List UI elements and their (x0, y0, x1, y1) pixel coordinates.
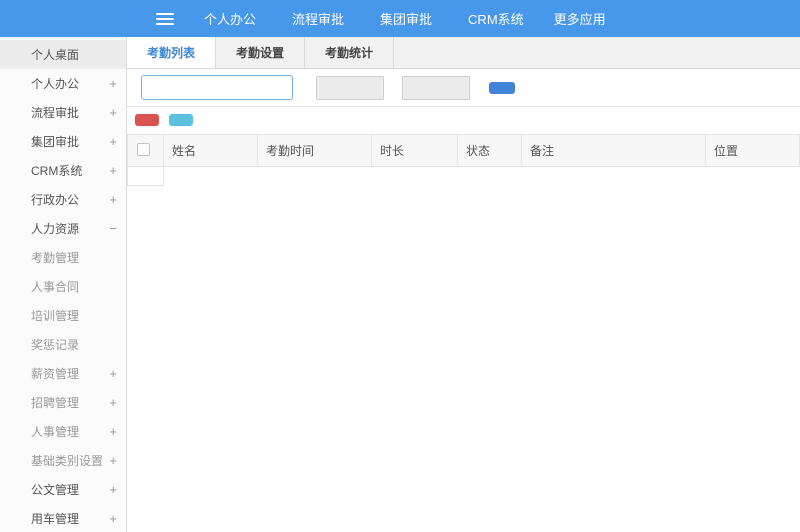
nav-item-group-approval[interactable]: 集团审批 (374, 9, 432, 28)
sidebar-item-reward-punishment-records[interactable]: 奖惩记录 (0, 330, 126, 359)
query-button[interactable] (489, 81, 515, 94)
top-navigation: 个人办公 流程审批 集团审批 CRM系统 更多应用 (198, 9, 612, 28)
nav-item-personal-office[interactable]: 个人办公 (198, 9, 256, 28)
sidebar-item-basic-category-settings[interactable]: 基础类别设置 + (0, 446, 126, 475)
export-list-button[interactable] (169, 114, 193, 126)
sidebar-item-label: 培训管理 (31, 309, 80, 323)
date-to-input[interactable] (402, 75, 470, 100)
expand-plus-icon: + (109, 453, 117, 468)
row-select-cell (127, 166, 164, 186)
tab-bar: 考勤列表 考勤设置 考勤统计 (127, 37, 800, 69)
nav-item-more-apps[interactable]: 更多应用 (554, 9, 612, 28)
column-header: 时长 (371, 134, 458, 167)
expand-plus-icon: + (109, 395, 117, 410)
sidebar-item-hr-contract[interactable]: 人事合同 (0, 272, 126, 301)
sidebar-item-label: 个人办公 (31, 77, 80, 91)
column-header: 状态 (457, 134, 522, 167)
sidebar-item-label: 奖惩记录 (31, 338, 80, 352)
action-bar (127, 107, 800, 134)
table-body (127, 166, 800, 186)
top-header-bar: 个人办公 流程审批 集团审批 CRM系统 更多应用 (0, 0, 800, 37)
sidebar-item-salary-management[interactable]: 薪资管理 + (0, 359, 126, 388)
sidebar-item-personnel-management[interactable]: 人事管理 + (0, 417, 126, 446)
body-row: 个人桌面 个人办公 + 流程审批 + 集团审批 + CRM系统 + 行政办公 + 人力资源 − 考勤管理人… (0, 37, 800, 532)
table-row (127, 166, 800, 186)
sidebar-item-label: 基础类别设置 (31, 454, 104, 468)
sidebar-item-label: 公文管理 (31, 483, 80, 497)
column-header: 备注 (521, 134, 706, 167)
sidebar-item-label: 流程审批 (31, 106, 80, 120)
expand-plus-icon: + (109, 76, 117, 91)
sidebar-item-label: CRM系统 (31, 164, 83, 178)
sidebar-item-label: 人力资源 (31, 222, 80, 236)
sidebar-item-recruitment-management[interactable]: 招聘管理 + (0, 388, 126, 417)
expand-plus-icon: + (109, 134, 117, 149)
sidebar-menu: 个人桌面 个人办公 + 流程审批 + 集团审批 + CRM系统 + 行政办公 + 人力资源 − 考勤管理人… (0, 37, 127, 532)
attendance-table-wrap: 姓名 考勤时间 时长 状态 备注 位置 (127, 134, 800, 532)
tab-attendance-list[interactable]: 考勤列表 (127, 37, 217, 68)
attendance-table: 姓名 考勤时间 时长 状态 备注 位置 (127, 134, 800, 186)
select-all-checkbox[interactable] (137, 142, 150, 156)
tab-attendance-statistics[interactable]: 考勤统计 (305, 37, 395, 68)
nav-item-crm-system[interactable]: CRM系统 (462, 9, 524, 28)
sidebar-item-vehicle-management[interactable]: 用车管理 + (0, 504, 126, 532)
sidebar-submenu-human-resources: 考勤管理人事合同培训管理奖惩记录薪资管理 + 招聘管理 + 人事管理 + 基础类别设置 + (0, 243, 126, 475)
expand-plus-icon: + (109, 366, 117, 381)
sidebar-item-label: 招聘管理 (31, 396, 80, 410)
sidebar-item-document-management[interactable]: 公文管理 + (0, 475, 126, 504)
sidebar-item-process-approval[interactable]: 流程审批 + (0, 98, 126, 127)
tab-attendance-settings[interactable]: 考勤设置 (216, 37, 306, 68)
table-header-row: 姓名 考勤时间 时长 状态 备注 位置 (127, 134, 800, 167)
nav-item-label: 流程审批 (292, 12, 345, 27)
column-header: 姓名 (163, 134, 258, 167)
expand-plus-icon: + (109, 482, 117, 497)
expand-plus-icon: + (109, 163, 117, 178)
sidebar-item-personal-desktop[interactable]: 个人桌面 (0, 40, 126, 69)
expand-plus-icon: + (109, 105, 117, 120)
sidebar-item-training-management[interactable]: 培训管理 (0, 301, 126, 330)
sidebar-item-attendance-management[interactable]: 考勤管理 (0, 243, 126, 272)
sidebar-item-label: 个人桌面 (31, 48, 80, 62)
expand-plus-icon: + (109, 192, 117, 207)
column-header: 位置 (705, 134, 800, 167)
expand-plus-icon: + (109, 511, 117, 526)
clean-data-button[interactable] (135, 114, 159, 126)
nav-item-process-approval[interactable]: 流程审批 (286, 9, 344, 28)
app-window: 个人办公 流程审批 集团审批 CRM系统 更多应用 个人桌面 个人办公 + 流程审批 + 集团审批… (0, 0, 800, 532)
sidebar-item-label: 人事管理 (31, 425, 80, 439)
filter-bar (127, 69, 800, 107)
nav-item-label: 个人办公 (204, 12, 257, 27)
sidebar-item-admin-office[interactable]: 行政办公 + (0, 185, 126, 214)
date-from-input[interactable] (316, 75, 384, 100)
sidebar-item-human-resources[interactable]: 人力资源 − (0, 214, 126, 243)
select-all-header-cell (127, 134, 164, 167)
sidebar-item-label: 薪资管理 (31, 367, 80, 381)
sidebar-item-group-approval[interactable]: 集团审批 + (0, 127, 126, 156)
nav-item-label: 集团审批 (380, 12, 433, 27)
expand-plus-icon: + (109, 424, 117, 439)
sidebar-item-label: 用车管理 (31, 512, 80, 526)
sidebar-item-label: 考勤管理 (31, 251, 80, 265)
nav-item-label: 更多应用 (553, 12, 606, 27)
hamburger-menu-icon[interactable] (156, 10, 174, 28)
sidebar-item-label: 行政办公 (31, 193, 80, 207)
sidebar-item-label: 集团审批 (31, 135, 80, 149)
sidebar-item-crm-system[interactable]: CRM系统 + (0, 156, 126, 185)
column-header: 考勤时间 (257, 134, 372, 167)
main-content: 考勤列表 考勤设置 考勤统计 姓名 考勤时间 时长 状态 备注 位置 (127, 37, 800, 532)
nav-item-label: CRM系统 (468, 12, 524, 27)
sidebar-item-personal-office[interactable]: 个人办公 + (0, 69, 126, 98)
collapse-minus-icon: − (109, 221, 117, 236)
name-filter-input[interactable] (141, 75, 293, 100)
sidebar-item-label: 人事合同 (31, 280, 80, 294)
